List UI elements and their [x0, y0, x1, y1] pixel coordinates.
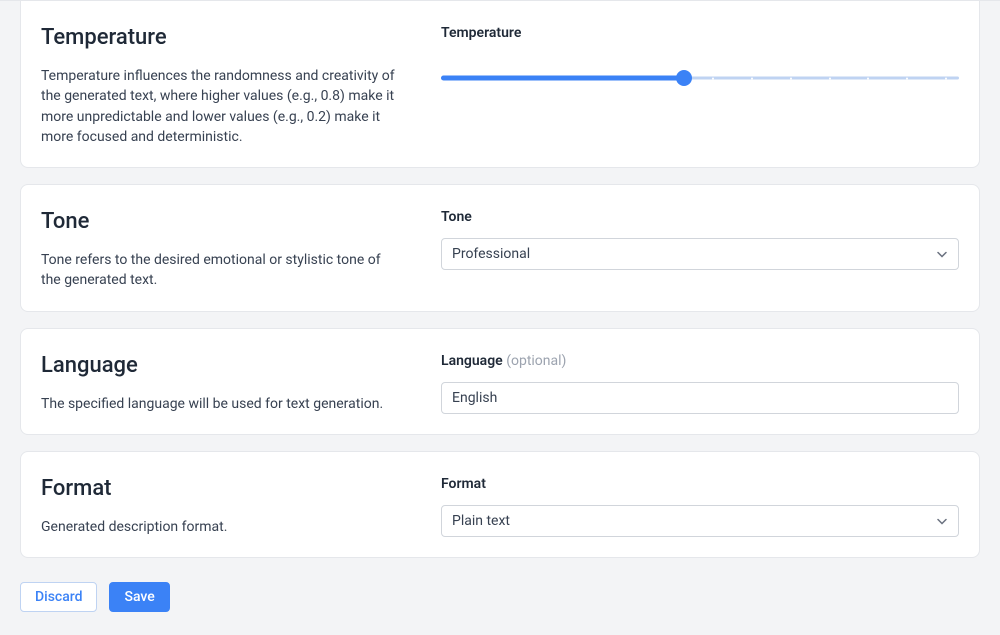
language-label-text: Language [441, 353, 503, 369]
language-control: Language (optional) [441, 349, 959, 414]
tone-description: Tone refers to the desired emotional or … [41, 250, 401, 291]
temperature-field-label: Temperature [441, 23, 959, 44]
slider-tick [790, 77, 792, 79]
format-section: Format Generated description format. For… [20, 451, 980, 558]
slider-thumb[interactable] [676, 70, 692, 86]
language-info: Language The specified language will be … [41, 349, 401, 414]
temperature-title: Temperature [41, 21, 401, 54]
slider-tick [906, 77, 908, 79]
tone-select[interactable]: Professional [441, 238, 959, 270]
footer-actions: Discard Save [20, 582, 980, 612]
temperature-slider[interactable] [441, 68, 959, 88]
slider-tick [712, 77, 714, 79]
format-select[interactable]: Plain text [441, 505, 959, 537]
format-info: Format Generated description format. [41, 472, 401, 537]
language-description: The specified language will be used for … [41, 394, 401, 414]
slider-fill [441, 76, 684, 81]
tone-select-wrapper: Professional [441, 238, 959, 270]
slider-tick [751, 77, 753, 79]
format-select-wrapper: Plain text [441, 505, 959, 537]
slider-tick [867, 77, 869, 79]
format-control: Format Plain text [441, 472, 959, 537]
temperature-info: Temperature Temperature influences the r… [41, 21, 401, 147]
tone-control: Tone Professional [441, 205, 959, 291]
format-description: Generated description format. [41, 517, 401, 537]
format-title: Format [41, 472, 401, 505]
tone-field-label: Tone [441, 207, 959, 228]
save-button[interactable]: Save [109, 582, 169, 612]
discard-button[interactable]: Discard [20, 582, 97, 612]
tone-title: Tone [41, 205, 401, 238]
language-field-label: Language (optional) [441, 351, 959, 372]
language-title: Language [41, 349, 401, 382]
tone-section: Tone Tone refers to the desired emotiona… [20, 184, 980, 312]
language-optional-label: (optional) [506, 353, 566, 369]
language-section: Language The specified language will be … [20, 328, 980, 435]
slider-tick [945, 77, 947, 79]
temperature-control: Temperature [441, 21, 959, 147]
format-field-label: Format [441, 474, 959, 495]
language-input[interactable] [441, 382, 959, 414]
slider-tick [829, 77, 831, 79]
temperature-description: Temperature influences the randomness an… [41, 66, 401, 147]
temperature-section: Temperature Temperature influences the r… [20, 1, 980, 168]
tone-info: Tone Tone refers to the desired emotiona… [41, 205, 401, 291]
